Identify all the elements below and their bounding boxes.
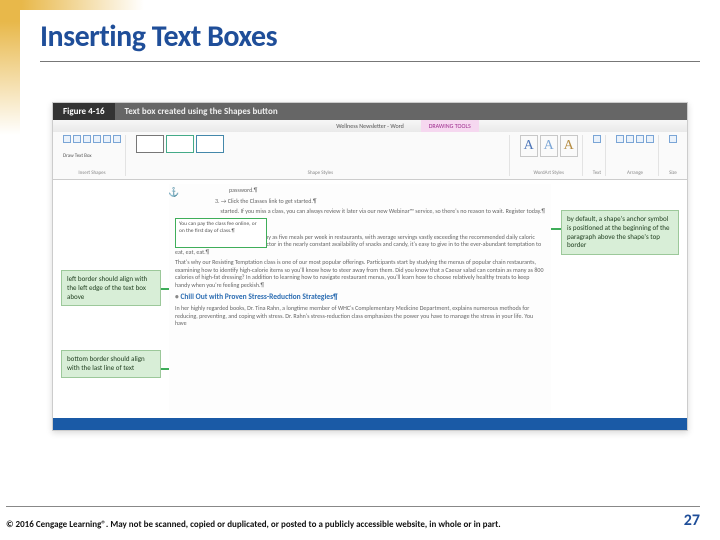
body-text: started. If you miss a class, you can al… — [215, 208, 545, 216]
ribbon-group-label: Size — [669, 170, 677, 176]
body-text: 3. → Click the Classes link to get start… — [215, 198, 545, 206]
wordart-preset: A — [540, 135, 558, 157]
arrange-icon — [616, 135, 624, 143]
arrange-icon — [636, 135, 644, 143]
heading-chill-out: Chill Out with Proven Stress-Reduction S… — [175, 293, 545, 302]
document-page: password.¶ 3. → Click the Classes link t… — [169, 184, 551, 414]
anchor-icon: ⚓ — [168, 187, 179, 198]
wordart-preset: A — [560, 135, 578, 157]
body-text: That's why our Resisting Temptation clas… — [175, 259, 545, 289]
drawing-tools-tab: DRAWING TOOLS — [421, 120, 479, 132]
ribbon-group-label: Arrange — [616, 170, 654, 176]
figure-number: Figure 4-16 — [53, 103, 115, 120]
figure-caption: Text box created using the Shapes button — [115, 103, 687, 120]
callout-left-border: left border should align with the left e… — [61, 270, 161, 306]
ribbon-group-arrange: Arrange — [612, 135, 659, 176]
ribbon-group-insert-shapes: Draw Text Box Insert Shapes — [59, 135, 126, 176]
word-window: Wellness Newsletter - Word DRAWING TOOLS… — [53, 120, 687, 430]
shape-icon — [63, 135, 71, 143]
word-titlebar: Wellness Newsletter - Word DRAWING TOOLS — [53, 120, 687, 132]
shape-text: You can pay the class fee online, or on … — [179, 221, 257, 234]
ribbon-group-label: Shape Styles — [136, 170, 505, 176]
slide-accent-vertical — [0, 0, 20, 540]
inserted-text-box-shape: You can pay the class fee online, or on … — [175, 218, 267, 248]
ribbon-format-tab: Draw Text Box Insert Shapes Shape Styles… — [53, 132, 687, 180]
shape-icon — [93, 135, 101, 143]
ribbon-group-shape-styles: Shape Styles — [132, 135, 510, 176]
ribbon-group-label: WordArt Styles — [520, 170, 578, 176]
draw-text-box-button: Draw Text Box — [63, 153, 121, 159]
slide-footer: © 2016 Cengage Learning®. May not be sca… — [6, 506, 700, 530]
size-icon — [669, 135, 677, 143]
figure: Figure 4-16 Text box created using the S… — [52, 102, 688, 431]
slide-title: Inserting Text Boxes — [40, 18, 700, 62]
arrange-icon — [646, 135, 654, 143]
body-text: password.¶ — [229, 187, 545, 195]
shape-style-preset — [166, 135, 194, 153]
ribbon-group-text: Text — [589, 135, 606, 176]
ribbon-group-label: Insert Shapes — [63, 170, 121, 176]
shape-icon — [83, 135, 91, 143]
ribbon-group-label: Text — [593, 170, 601, 176]
ribbon-group-size: Size — [665, 135, 681, 176]
word-status-bar — [53, 418, 687, 430]
shape-icon — [73, 135, 81, 143]
shape-icon — [103, 135, 111, 143]
ribbon-group-wordart-styles: A A A WordArt Styles — [516, 135, 583, 176]
callout-anchor: by default, a shape's anchor symbol is p… — [561, 210, 679, 255]
arrange-icon — [626, 135, 634, 143]
body-text: In her highly regarded books, Dr. Tina R… — [175, 305, 545, 328]
shape-style-preset — [136, 135, 164, 153]
callout-bottom-border: bottom border should align with the last… — [61, 350, 161, 378]
slide-content: Inserting Text Boxes Figure 4-16 Text bo… — [40, 18, 700, 431]
doc-title: Wellness Newsletter - Word — [336, 122, 404, 130]
slide-accent-horizontal — [0, 0, 720, 10]
shape-icon — [113, 135, 121, 143]
document-area: left border should align with the left e… — [59, 180, 681, 418]
figure-caption-bar: Figure 4-16 Text box created using the S… — [53, 103, 687, 120]
wordart-preset: A — [520, 135, 538, 157]
text-icon — [593, 135, 601, 143]
copyright-text: © 2016 Cengage Learning®. May not be sca… — [6, 520, 501, 530]
shape-style-preset — [196, 135, 224, 153]
page-number: 27 — [684, 511, 700, 530]
